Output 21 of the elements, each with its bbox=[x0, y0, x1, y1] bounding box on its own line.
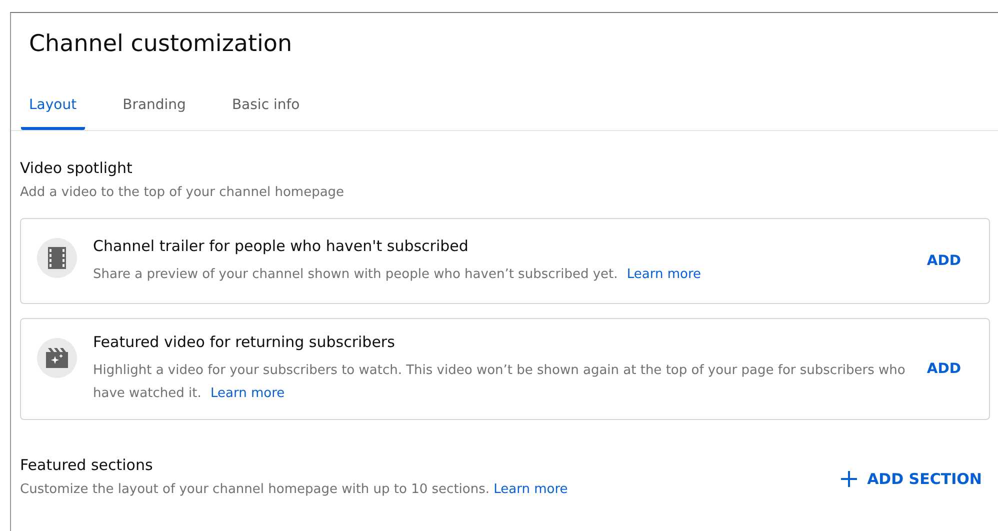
tab[interactable]: Branding bbox=[114, 97, 194, 130]
clapperboard-sparkle-icon bbox=[46, 348, 68, 368]
tab[interactable]: Layout bbox=[21, 97, 85, 130]
film-strip-icon bbox=[48, 247, 66, 269]
tab[interactable]: Basic info bbox=[224, 97, 308, 130]
add-section-button[interactable]: ADD SECTION bbox=[833, 464, 990, 494]
section-description: Add a video to the top of your channel homepage bbox=[20, 185, 346, 200]
page-title: Channel customization bbox=[28, 30, 294, 59]
card-description: Highlight a video for your subscribers to watch. This video won’t be shown again at the top of your page for subscribers who have watched it. Learn more bbox=[93, 362, 906, 403]
plus-icon bbox=[841, 470, 858, 486]
card-title: Featured video for returning subscribers bbox=[93, 333, 396, 351]
add-button[interactable]: ADD bbox=[918, 247, 969, 275]
learn-more-link[interactable]: Learn more bbox=[210, 386, 285, 401]
section-description: Customize the layout of your channel homepage with up to 10 sections. Learn more bbox=[20, 482, 568, 497]
card-description: Share a preview of your channel shown with people who haven’t subscribed yet. Learn more bbox=[93, 266, 702, 284]
learn-more-link[interactable]: Learn more bbox=[494, 482, 568, 497]
learn-more-link[interactable]: Learn more bbox=[626, 266, 702, 282]
add-button[interactable]: ADD bbox=[918, 355, 969, 383]
card-title: Channel trailer for people who haven't subscribed bbox=[93, 236, 470, 254]
section-heading: Video spotlight bbox=[20, 159, 134, 177]
section-heading: Featured sections bbox=[20, 456, 154, 474]
